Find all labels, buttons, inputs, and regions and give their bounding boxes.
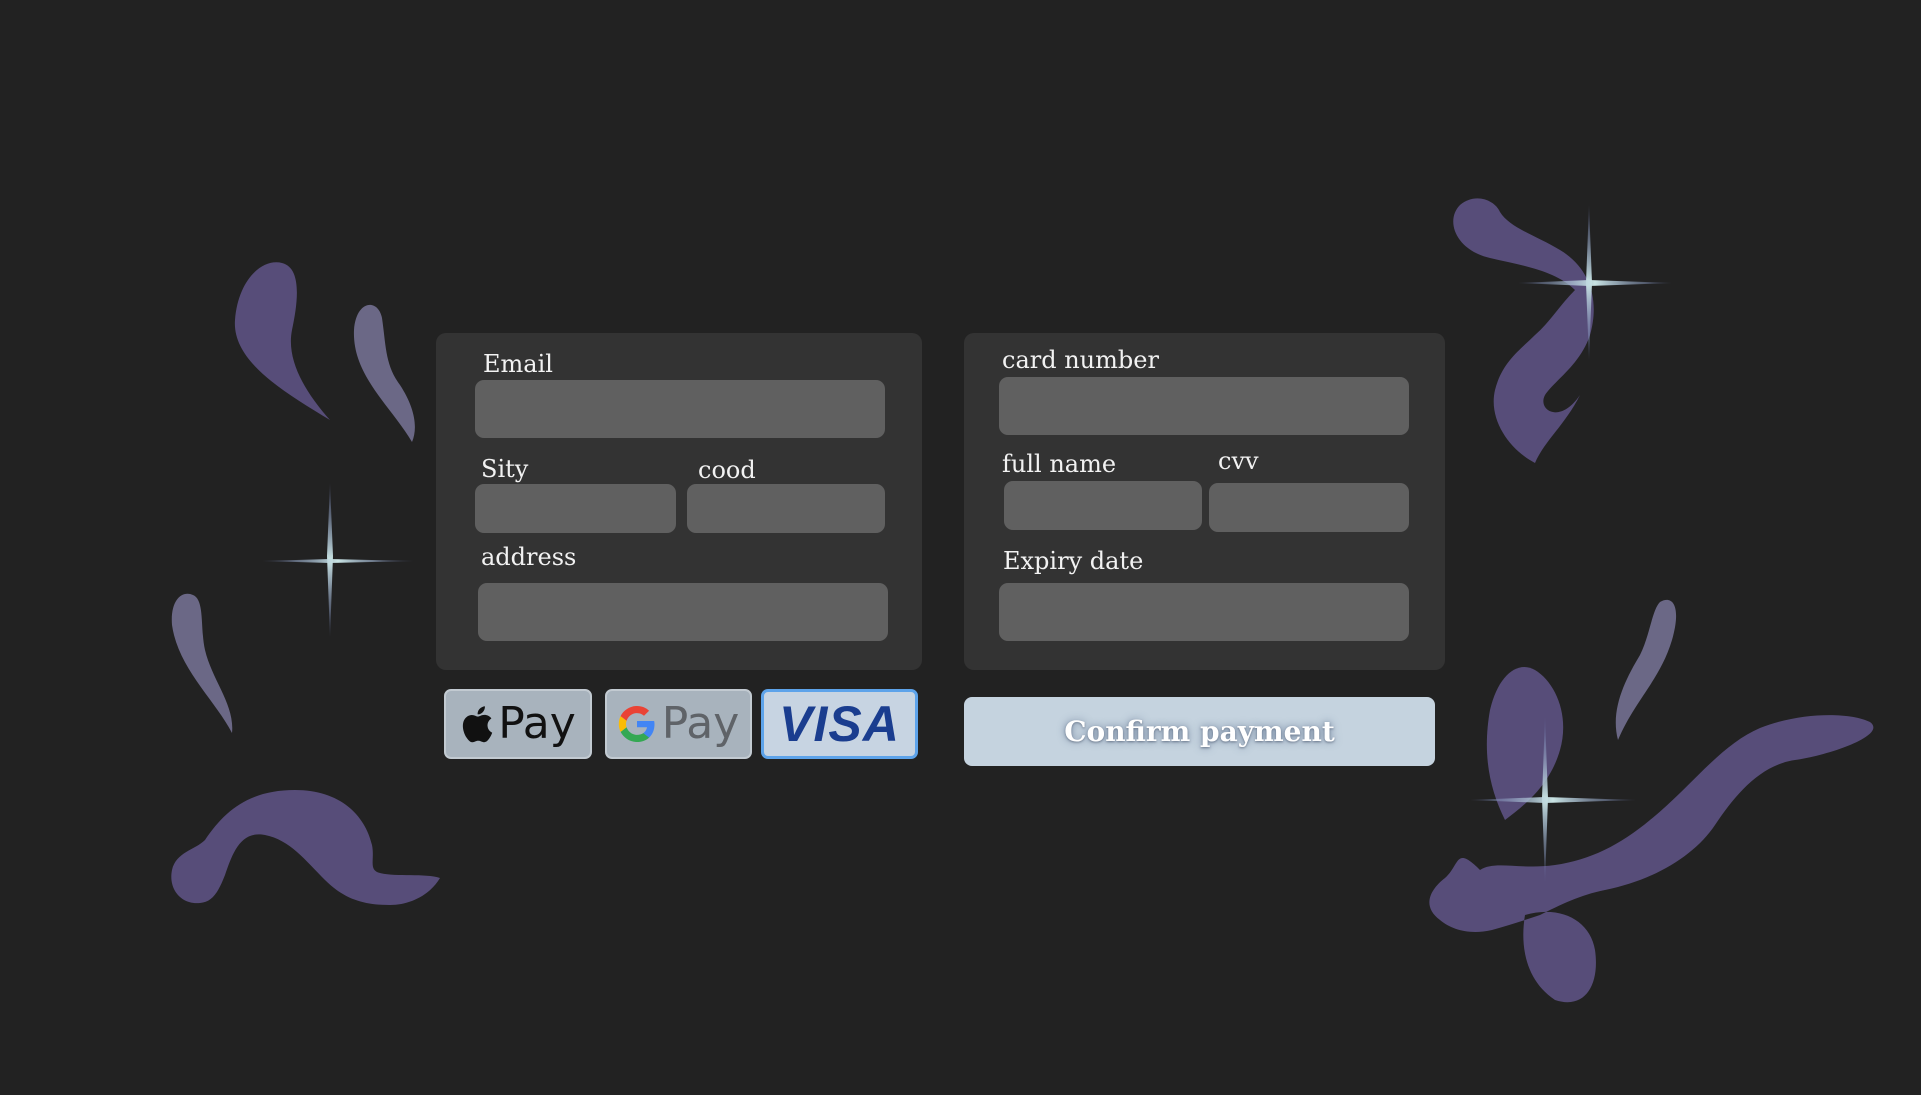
background-decoration <box>171 198 1874 1003</box>
card-number-field[interactable] <box>999 377 1409 435</box>
sparkle-shape <box>1518 280 1672 286</box>
cvv-label: cvv <box>1218 447 1259 475</box>
blob-shape <box>234 262 330 420</box>
sparkle-shape <box>262 559 414 563</box>
sparkle-shape <box>1586 205 1592 360</box>
code-field[interactable] <box>687 484 885 533</box>
blob-shape <box>1453 198 1594 463</box>
blob-shape <box>171 593 233 733</box>
email-field[interactable] <box>475 380 885 438</box>
blob-shape <box>171 790 441 905</box>
expiry-date-label: Expiry date <box>1003 547 1144 575</box>
sparkle-shape <box>327 483 333 637</box>
cvv-field[interactable] <box>1209 483 1409 532</box>
full-name-field[interactable] <box>1004 481 1202 530</box>
address-label: address <box>481 543 577 571</box>
expiry-date-field[interactable] <box>999 583 1409 641</box>
google-pay-button[interactable]: Pay <box>605 689 752 759</box>
apple-icon <box>463 706 493 743</box>
card-number-label: card number <box>1002 346 1159 374</box>
blob-shape <box>1615 599 1677 740</box>
visa-button[interactable]: VISA <box>761 689 918 759</box>
code-label: cood <box>698 456 756 484</box>
sparkle-shape <box>1470 797 1636 803</box>
google-pay-label: Pay <box>661 698 740 749</box>
sparkle-shape <box>1542 717 1548 882</box>
city-label: Sity <box>481 455 529 483</box>
visa-logo: VISA <box>779 696 900 752</box>
apple-pay-label: Pay <box>498 698 576 749</box>
address-field[interactable] <box>478 583 888 641</box>
google-g-icon <box>618 706 655 742</box>
apple-pay-button[interactable]: Pay <box>444 689 592 759</box>
email-label: Email <box>483 350 553 378</box>
blob-shape <box>1429 715 1874 1003</box>
blob-shape <box>1486 666 1564 820</box>
confirm-payment-button[interactable]: Confirm payment <box>964 697 1435 766</box>
full-name-label: full name <box>1002 450 1117 478</box>
blob-shape <box>353 304 415 442</box>
city-field[interactable] <box>475 484 676 533</box>
